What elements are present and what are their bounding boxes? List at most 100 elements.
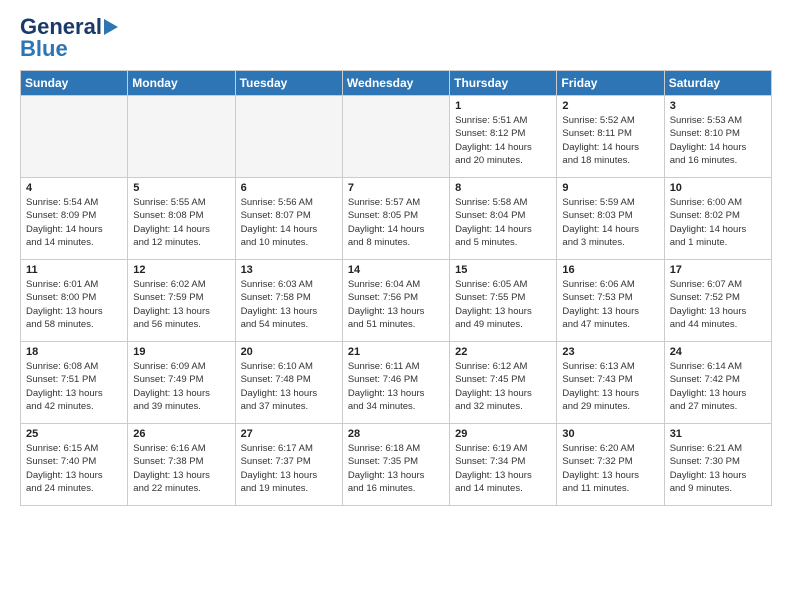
day-info: Sunrise: 5:55 AMSunset: 8:08 PMDaylight:… [133,196,230,249]
day-info: Sunrise: 5:54 AMSunset: 8:09 PMDaylight:… [26,196,123,249]
day-info: Sunrise: 6:01 AMSunset: 8:00 PMDaylight:… [26,278,123,331]
calendar-cell: 21 Sunrise: 6:11 AMSunset: 7:46 PMDayligh… [342,342,449,424]
calendar-cell: 29 Sunrise: 6:19 AMSunset: 7:34 PMDayligh… [450,424,557,506]
day-number: 29 [455,428,552,440]
calendar-cell: 22Sunrise: 6:12 AMSunset: 7:45 PMDayligh… [450,342,557,424]
calendar-cell: 26 Sunrise: 6:16 AMSunset: 7:38 PMDayligh… [128,424,235,506]
week-row-2: 4 Sunrise: 5:54 AMSunset: 8:09 PMDaylight… [21,178,772,260]
day-info: Sunrise: 6:00 AMSunset: 8:02 PMDaylight:… [670,196,767,249]
day-info: Sunrise: 6:15 AMSunset: 7:40 PMDaylight:… [26,442,123,495]
day-info: Sunrise: 6:08 AMSunset: 7:51 PMDaylight:… [26,360,123,413]
day-number: 28 [348,428,445,440]
calendar-cell [235,96,342,178]
day-number: 15 [455,264,552,276]
page-container: General Blue SundayMondayTuesdayWednesda… [0,0,792,516]
day-number: 19 [133,346,230,358]
logo-blue: Blue [20,38,68,60]
calendar-cell: 15 Sunrise: 6:05 AMSunset: 7:55 PMDayligh… [450,260,557,342]
day-info: Sunrise: 6:18 AMSunset: 7:35 PMDaylight:… [348,442,445,495]
week-row-5: 25Sunrise: 6:15 AMSunset: 7:40 PMDayligh… [21,424,772,506]
day-info: Sunrise: 5:57 AMSunset: 8:05 PMDaylight:… [348,196,445,249]
calendar-cell: 3Sunrise: 5:53 AMSunset: 8:10 PMDaylight… [664,96,771,178]
header: General Blue [20,16,772,60]
day-number: 16 [562,264,659,276]
calendar-cell: 17 Sunrise: 6:07 AMSunset: 7:52 PMDayligh… [664,260,771,342]
day-number: 1 [455,100,552,112]
day-info: Sunrise: 6:09 AMSunset: 7:49 PMDaylight:… [133,360,230,413]
day-info: Sunrise: 5:53 AMSunset: 8:10 PMDaylight:… [670,114,767,167]
calendar-cell: 16Sunrise: 6:06 AMSunset: 7:53 PMDayligh… [557,260,664,342]
day-info: Sunrise: 6:03 AMSunset: 7:58 PMDaylight:… [241,278,338,331]
day-number: 11 [26,264,123,276]
calendar-cell: 2Sunrise: 5:52 AMSunset: 8:11 PMDaylight… [557,96,664,178]
day-number: 27 [241,428,338,440]
calendar-cell: 11 Sunrise: 6:01 AMSunset: 8:00 PMDayligh… [21,260,128,342]
day-number: 26 [133,428,230,440]
calendar-cell: 10Sunrise: 6:00 AMSunset: 8:02 PMDayligh… [664,178,771,260]
day-info: Sunrise: 5:59 AMSunset: 8:03 PMDaylight:… [562,196,659,249]
day-number: 17 [670,264,767,276]
day-info: Sunrise: 6:13 AMSunset: 7:43 PMDaylight:… [562,360,659,413]
calendar-cell [21,96,128,178]
day-number: 8 [455,182,552,194]
header-saturday: Saturday [664,71,771,96]
calendar-cell [128,96,235,178]
calendar-cell: 20Sunrise: 6:10 AMSunset: 7:48 PMDayligh… [235,342,342,424]
day-info: Sunrise: 6:20 AMSunset: 7:32 PMDaylight:… [562,442,659,495]
day-number: 4 [26,182,123,194]
day-info: Sunrise: 6:19 AMSunset: 7:34 PMDaylight:… [455,442,552,495]
day-number: 31 [670,428,767,440]
calendar-cell: 6Sunrise: 5:56 AMSunset: 8:07 PMDaylight… [235,178,342,260]
header-monday: Monday [128,71,235,96]
day-info: Sunrise: 6:12 AMSunset: 7:45 PMDaylight:… [455,360,552,413]
day-info: Sunrise: 6:17 AMSunset: 7:37 PMDaylight:… [241,442,338,495]
day-info: Sunrise: 6:16 AMSunset: 7:38 PMDaylight:… [133,442,230,495]
header-thursday: Thursday [450,71,557,96]
day-number: 5 [133,182,230,194]
day-number: 18 [26,346,123,358]
day-info: Sunrise: 6:05 AMSunset: 7:55 PMDaylight:… [455,278,552,331]
calendar-cell [342,96,449,178]
calendar-cell: 31 Sunrise: 6:21 AMSunset: 7:30 PMDayligh… [664,424,771,506]
day-number: 13 [241,264,338,276]
logo-arrow-icon [104,19,118,35]
calendar-cell: 7 Sunrise: 5:57 AMSunset: 8:05 PMDaylight… [342,178,449,260]
calendar-cell: 27 Sunrise: 6:17 AMSunset: 7:37 PMDayligh… [235,424,342,506]
day-number: 6 [241,182,338,194]
day-number: 21 [348,346,445,358]
calendar-cell: 9 Sunrise: 5:59 AMSunset: 8:03 PMDaylight… [557,178,664,260]
calendar-cell: 25Sunrise: 6:15 AMSunset: 7:40 PMDayligh… [21,424,128,506]
logo-text: General [20,16,102,38]
day-number: 23 [562,346,659,358]
day-number: 9 [562,182,659,194]
week-row-3: 11 Sunrise: 6:01 AMSunset: 8:00 PMDayligh… [21,260,772,342]
calendar-cell: 30Sunrise: 6:20 AMSunset: 7:32 PMDayligh… [557,424,664,506]
day-info: Sunrise: 6:07 AMSunset: 7:52 PMDaylight:… [670,278,767,331]
calendar-cell: 19 Sunrise: 6:09 AMSunset: 7:49 PMDayligh… [128,342,235,424]
day-number: 24 [670,346,767,358]
day-info: Sunrise: 6:11 AMSunset: 7:46 PMDaylight:… [348,360,445,413]
week-row-1: 1 Sunrise: 5:51 AMSunset: 8:12 PMDaylight… [21,96,772,178]
day-info: Sunrise: 5:51 AMSunset: 8:12 PMDaylight:… [455,114,552,167]
header-wednesday: Wednesday [342,71,449,96]
day-info: Sunrise: 6:04 AMSunset: 7:56 PMDaylight:… [348,278,445,331]
week-row-4: 18 Sunrise: 6:08 AMSunset: 7:51 PMDayligh… [21,342,772,424]
day-info: Sunrise: 6:21 AMSunset: 7:30 PMDaylight:… [670,442,767,495]
day-info: Sunrise: 5:58 AMSunset: 8:04 PMDaylight:… [455,196,552,249]
calendar-cell: 23 Sunrise: 6:13 AMSunset: 7:43 PMDayligh… [557,342,664,424]
calendar-header-row: SundayMondayTuesdayWednesdayThursdayFrid… [21,71,772,96]
day-info: Sunrise: 6:14 AMSunset: 7:42 PMDaylight:… [670,360,767,413]
calendar-cell: 5 Sunrise: 5:55 AMSunset: 8:08 PMDaylight… [128,178,235,260]
calendar-cell: 14 Sunrise: 6:04 AMSunset: 7:56 PMDayligh… [342,260,449,342]
calendar-cell: 8 Sunrise: 5:58 AMSunset: 8:04 PMDaylight… [450,178,557,260]
logo: General Blue [20,16,118,60]
calendar-cell: 12Sunrise: 6:02 AMSunset: 7:59 PMDayligh… [128,260,235,342]
calendar-cell: 28 Sunrise: 6:18 AMSunset: 7:35 PMDayligh… [342,424,449,506]
day-info: Sunrise: 6:02 AMSunset: 7:59 PMDaylight:… [133,278,230,331]
header-friday: Friday [557,71,664,96]
header-tuesday: Tuesday [235,71,342,96]
day-number: 7 [348,182,445,194]
calendar-table: SundayMondayTuesdayWednesdayThursdayFrid… [20,70,772,506]
day-info: Sunrise: 5:52 AMSunset: 8:11 PMDaylight:… [562,114,659,167]
day-number: 14 [348,264,445,276]
